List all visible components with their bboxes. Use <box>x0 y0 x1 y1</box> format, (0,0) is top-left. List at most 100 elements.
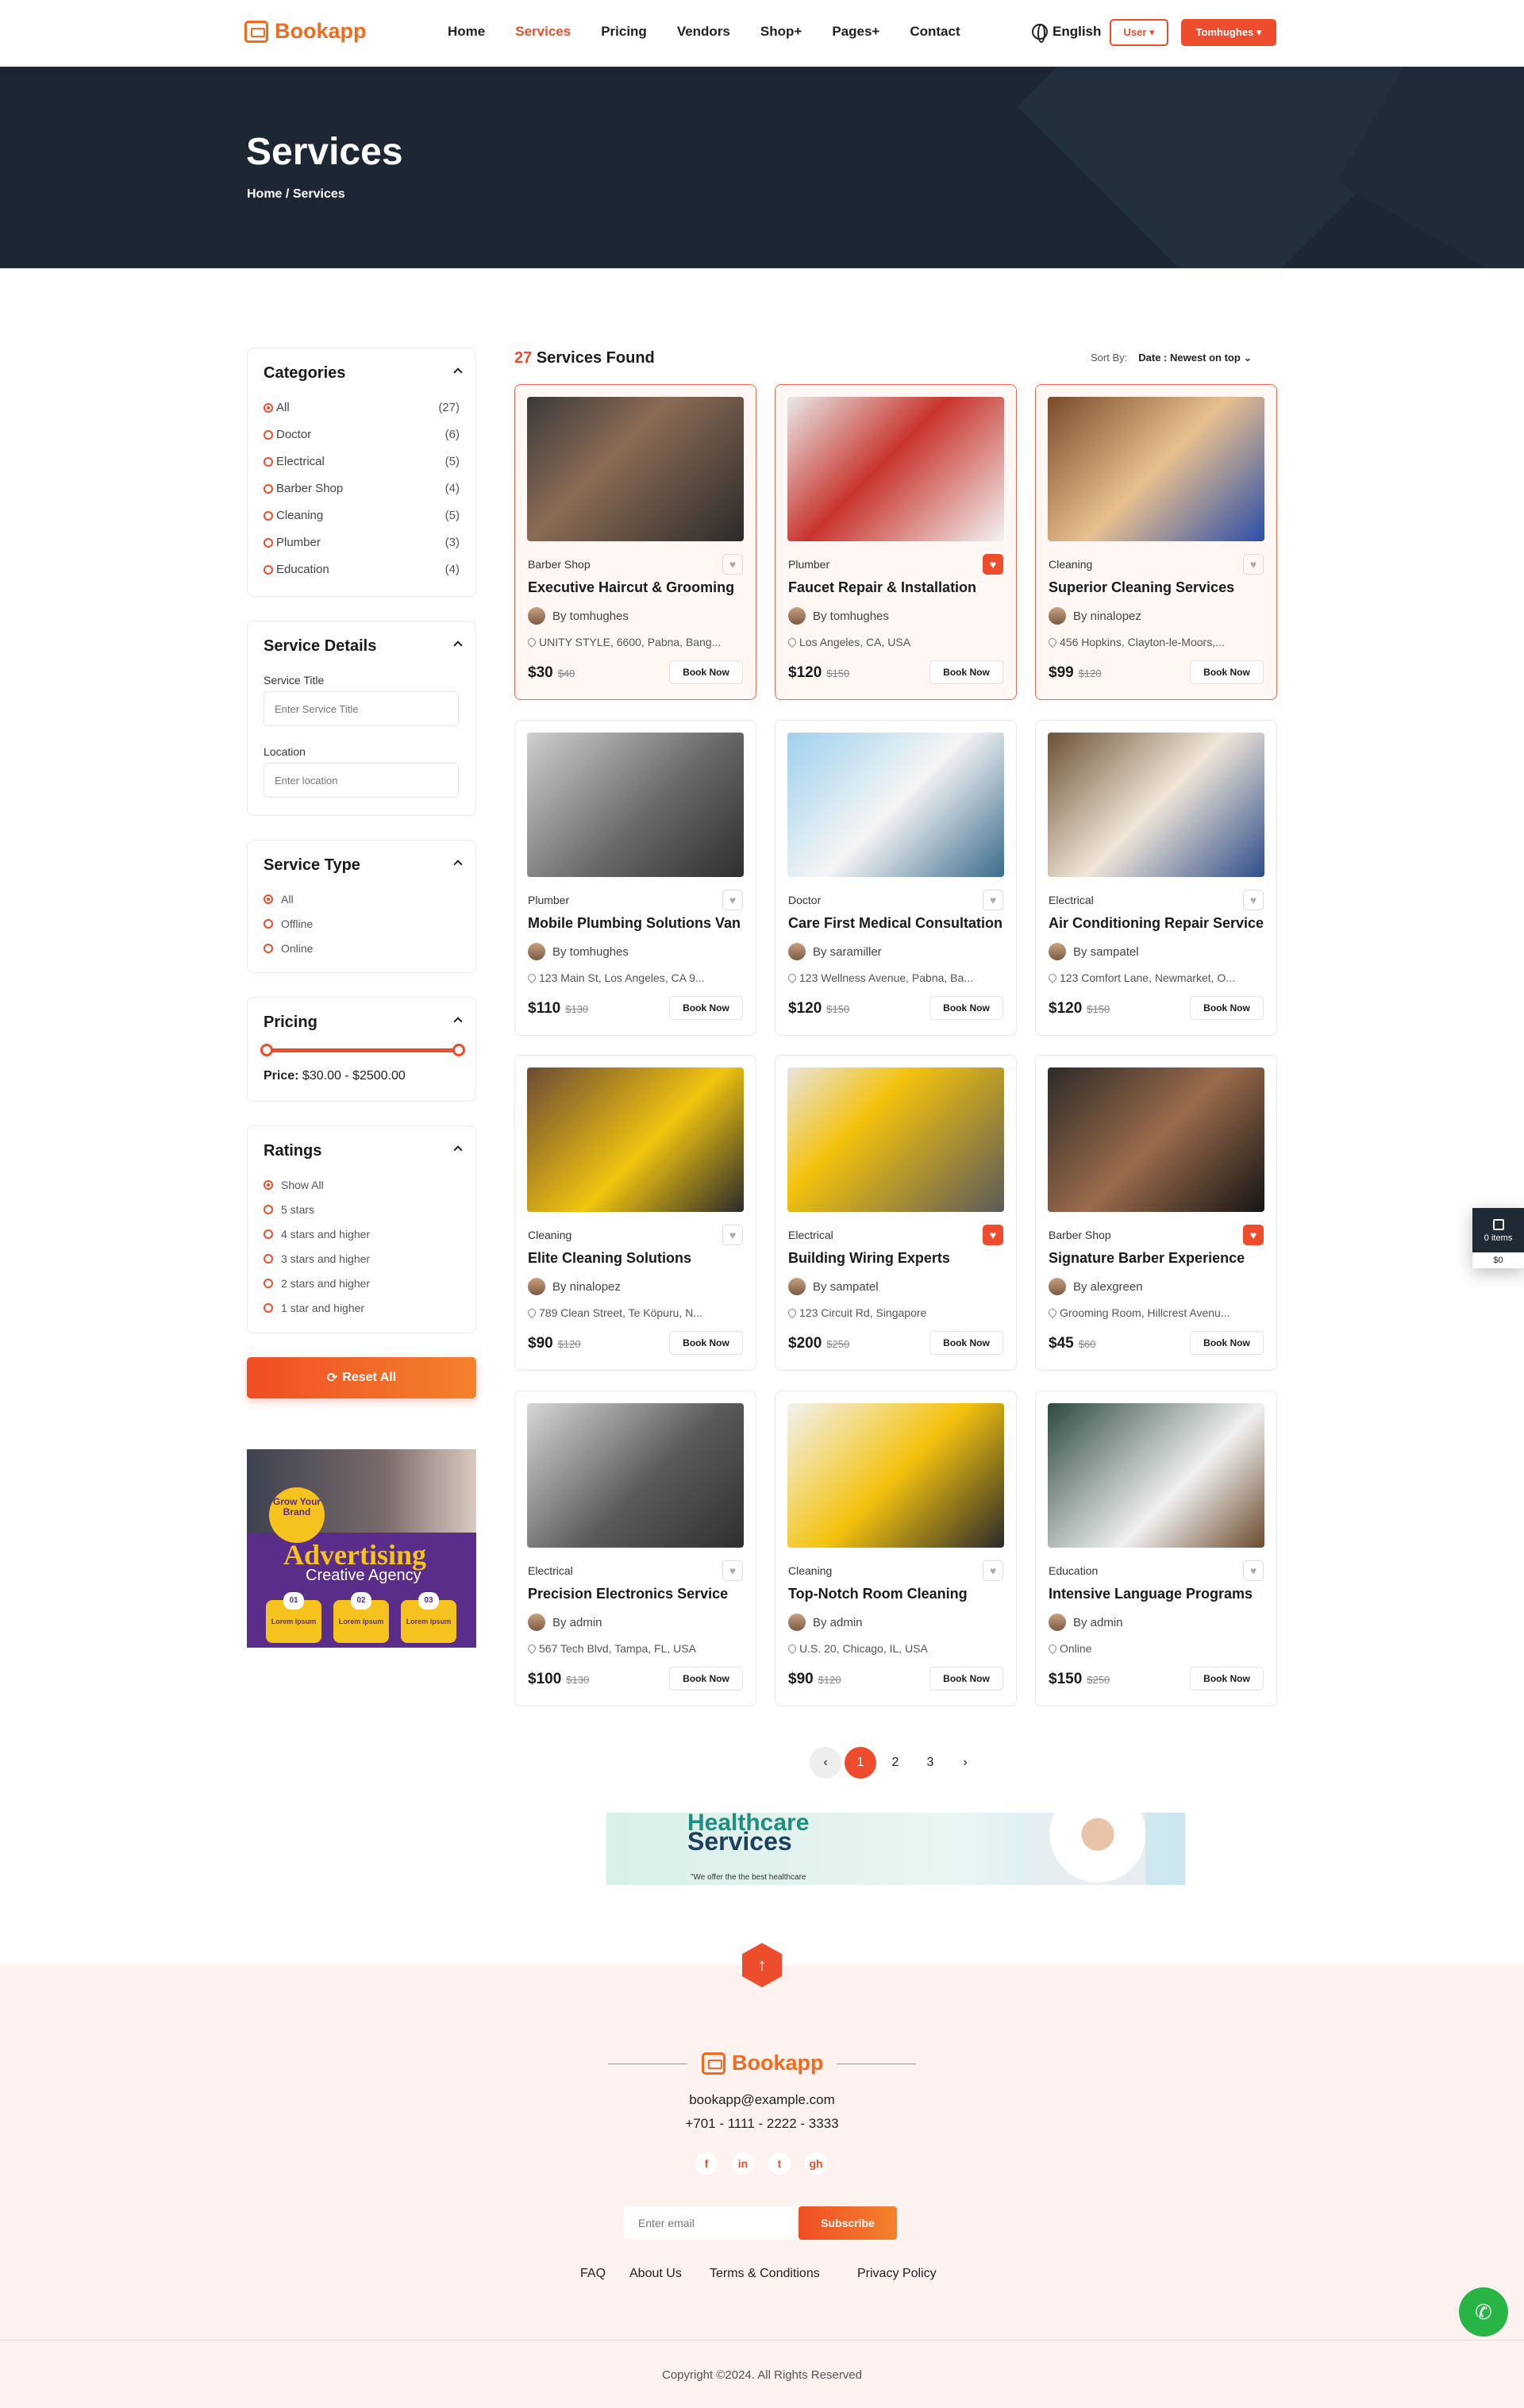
location-input[interactable]: Enter location <box>264 763 459 798</box>
service-title[interactable]: Intensive Language Programs <box>1049 1586 1253 1602</box>
service-title[interactable]: Air Conditioning Repair Service <box>1049 915 1264 932</box>
pagination-page-1[interactable]: 1 <box>845 1747 876 1779</box>
service-card[interactable]: Electrical ♥ Building Wiring Experts By … <box>775 1055 1017 1371</box>
heart-icon[interactable]: ♥ <box>983 890 1003 910</box>
book-now-button[interactable]: Book Now <box>1190 996 1264 1020</box>
footer-link-privacy[interactable]: Privacy Policy <box>857 2267 937 2281</box>
book-now-button[interactable]: Book Now <box>929 660 1003 684</box>
category-option[interactable]: Doctor <box>264 428 311 441</box>
service-title[interactable]: Top-Notch Room Cleaning <box>788 1586 968 1602</box>
book-now-button[interactable]: Book Now <box>669 1331 743 1355</box>
heart-icon[interactable]: ♥ <box>983 1225 1003 1245</box>
book-now-button[interactable]: Book Now <box>1190 1667 1264 1691</box>
rating-option[interactable]: 5 stars <box>264 1203 314 1216</box>
service-image[interactable] <box>527 733 744 877</box>
nav-contact[interactable]: Contact <box>910 24 960 40</box>
user-button[interactable]: User ▾ <box>1110 19 1168 46</box>
book-now-button[interactable]: Book Now <box>929 1667 1003 1691</box>
type-option-online[interactable]: Online <box>264 942 313 955</box>
service-image[interactable] <box>1048 733 1264 877</box>
subscribe-button[interactable]: Subscribe <box>799 2206 897 2240</box>
heart-icon[interactable]: ♥ <box>983 1560 1003 1581</box>
service-title[interactable]: Precision Electronics Service <box>528 1586 728 1602</box>
breadcrumb-home[interactable]: Home <box>247 187 282 201</box>
heart-icon[interactable]: ♥ <box>722 554 743 575</box>
heart-icon[interactable]: ♥ <box>1243 890 1264 910</box>
service-image[interactable] <box>1048 1067 1264 1212</box>
service-card[interactable]: Electrical ♥ Precision Electronics Servi… <box>514 1391 756 1706</box>
category-option[interactable]: Education <box>264 563 329 576</box>
service-title[interactable]: Executive Haircut & Grooming <box>528 579 734 596</box>
twitter-icon[interactable]: t <box>768 2152 791 2175</box>
service-image[interactable] <box>1048 1403 1264 1548</box>
healthcare-ad-banner[interactable]: Healthcare Services "We offer the the be… <box>606 1813 1185 1885</box>
collapse-icon[interactable] <box>453 1145 463 1155</box>
rating-option[interactable]: 1 star and higher <box>264 1302 364 1314</box>
category-option[interactable]: Barber Shop <box>264 482 343 495</box>
service-card[interactable]: Doctor ♥ Care First Medical Consultation… <box>775 720 1017 1036</box>
footer-email[interactable]: bookapp@example.com <box>0 2092 1524 2108</box>
heart-icon[interactable]: ♥ <box>1243 1560 1264 1581</box>
book-now-button[interactable]: Book Now <box>1190 660 1264 684</box>
footer-link-terms[interactable]: Terms & Conditions <box>710 2267 820 2281</box>
heart-icon[interactable]: ♥ <box>722 1560 743 1581</box>
service-image[interactable] <box>527 1067 744 1212</box>
footer-link-faq[interactable]: FAQ <box>580 2267 606 2281</box>
service-card[interactable]: Barber Shop ♥ Signature Barber Experienc… <box>1035 1055 1277 1371</box>
reset-all-button[interactable]: ⟳ Reset All <box>247 1357 476 1398</box>
service-title[interactable]: Mobile Plumbing Solutions Van <box>528 915 741 932</box>
service-title[interactable]: Faucet Repair & Installation <box>788 579 976 596</box>
category-option[interactable]: Plumber <box>264 536 321 549</box>
service-image[interactable] <box>787 1067 1004 1212</box>
heart-icon[interactable]: ♥ <box>1243 1225 1264 1245</box>
collapse-icon[interactable] <box>453 640 463 650</box>
service-image[interactable] <box>787 1403 1004 1548</box>
footer-phone[interactable]: +701 - 1111 - 2222 - 3333 <box>0 2116 1524 2132</box>
service-image[interactable] <box>527 397 744 541</box>
nav-pages[interactable]: Pages+ <box>832 24 879 40</box>
service-card[interactable]: Plumber ♥ Faucet Repair & Installation B… <box>775 384 1017 700</box>
nav-shop[interactable]: Shop+ <box>760 24 802 40</box>
service-title[interactable]: Elite Cleaning Solutions <box>528 1250 691 1267</box>
collapse-icon[interactable] <box>453 367 463 377</box>
rating-option[interactable]: 3 stars and higher <box>264 1252 370 1265</box>
whatsapp-icon[interactable]: ✆ <box>1459 2287 1508 2337</box>
service-card[interactable]: Cleaning ♥ Superior Cleaning Services By… <box>1035 384 1277 700</box>
category-option[interactable]: Electrical <box>264 455 325 468</box>
pagination-next[interactable]: › <box>949 1747 981 1779</box>
type-option-all[interactable]: All <box>264 893 294 906</box>
nav-vendors[interactable]: Vendors <box>677 24 730 40</box>
category-option[interactable]: All <box>264 401 290 414</box>
book-now-button[interactable]: Book Now <box>929 996 1003 1020</box>
heart-icon[interactable]: ♥ <box>983 554 1003 575</box>
service-card[interactable]: Electrical ♥ Air Conditioning Repair Ser… <box>1035 720 1277 1036</box>
service-card[interactable]: Education ♥ Intensive Language Programs … <box>1035 1391 1277 1706</box>
footer-logo[interactable]: Bookapp <box>702 2051 824 2075</box>
nav-home[interactable]: Home <box>448 24 485 40</box>
nav-services[interactable]: Services <box>515 24 571 40</box>
site-logo[interactable]: Bookapp <box>244 19 367 44</box>
price-min-handle[interactable] <box>260 1044 273 1056</box>
service-title[interactable]: Signature Barber Experience <box>1049 1250 1245 1267</box>
pagination-prev[interactable]: ‹ <box>810 1747 841 1779</box>
book-now-button[interactable]: Book Now <box>1190 1331 1264 1355</box>
nav-pricing[interactable]: Pricing <box>601 24 647 40</box>
mini-cart[interactable]: 0 items $0 <box>1472 1208 1524 1268</box>
service-title[interactable]: Building Wiring Experts <box>788 1250 950 1267</box>
service-image[interactable] <box>787 397 1004 541</box>
rating-option[interactable]: 4 stars and higher <box>264 1228 370 1241</box>
collapse-icon[interactable] <box>453 860 463 869</box>
heart-icon[interactable]: ♥ <box>722 1225 743 1245</box>
pagination-page-2[interactable]: 2 <box>879 1747 911 1779</box>
service-image[interactable] <box>527 1403 744 1548</box>
language-selector[interactable]: English <box>1032 24 1101 43</box>
advertising-banner[interactable]: Grow Your Brand Advertising Creative Age… <box>247 1449 476 1648</box>
book-now-button[interactable]: Book Now <box>669 996 743 1020</box>
type-option-offline[interactable]: Offline <box>264 917 313 930</box>
category-option[interactable]: Cleaning <box>264 509 323 522</box>
newsletter-email-input[interactable]: Enter email <box>624 2206 799 2240</box>
service-image[interactable] <box>1048 397 1264 541</box>
book-now-button[interactable]: Book Now <box>669 1667 743 1691</box>
service-card[interactable]: Plumber ♥ Mobile Plumbing Solutions Van … <box>514 720 756 1036</box>
book-now-button[interactable]: Book Now <box>669 660 743 684</box>
